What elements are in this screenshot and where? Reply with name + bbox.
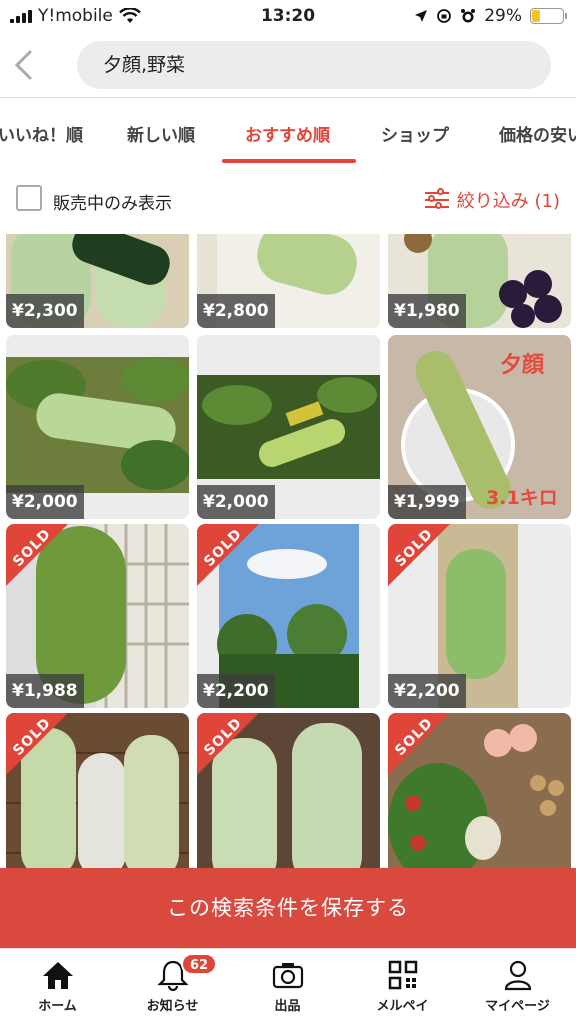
tab-shop[interactable]: ショップ xyxy=(381,121,449,146)
price-label: ¥2,800 xyxy=(197,294,275,328)
search-header: 夕顔,野菜 xyxy=(0,36,576,98)
sliders-icon xyxy=(424,188,449,211)
product-tile[interactable]: ¥2,300 xyxy=(6,234,189,328)
nav-home-label: ホーム xyxy=(38,999,77,1014)
battery-percent: 29% xyxy=(484,6,522,26)
product-tile[interactable]: ¥2,000 xyxy=(6,335,189,519)
status-right: 29% xyxy=(414,6,567,26)
filter-label: 絞り込み (1) xyxy=(456,191,560,212)
product-tile[interactable]: SOLD ¥2,200 xyxy=(197,524,380,708)
nav-mypage[interactable]: マイページ xyxy=(460,959,575,1014)
camera-icon xyxy=(272,963,303,989)
price-label: ¥2,200 xyxy=(197,674,275,708)
battery-icon xyxy=(530,8,567,24)
nav-sell[interactable]: 出品 xyxy=(230,959,345,1014)
product-tile[interactable]: SOLD xyxy=(197,713,380,868)
price-label: ¥2,000 xyxy=(6,485,84,519)
tab-likes[interactable]: いいね！順 xyxy=(0,121,83,146)
filter-button[interactable]: 絞り込み (1) xyxy=(424,187,560,213)
person-icon xyxy=(504,960,531,991)
product-tile[interactable]: SOLD xyxy=(388,713,571,868)
status-bar: Y!mobile 13:20 29% xyxy=(0,0,576,36)
chevron-left-icon xyxy=(14,50,32,80)
product-tile[interactable]: ¥2,800 xyxy=(197,234,380,328)
nav-home[interactable]: ホーム xyxy=(0,959,115,1014)
price-label: ¥1,999 xyxy=(388,485,466,519)
nav-sell-label: 出品 xyxy=(274,999,301,1014)
tab-price-low[interactable]: 価格の安い xyxy=(499,121,576,146)
price-label: ¥2,300 xyxy=(6,294,84,328)
alarm-icon xyxy=(461,9,476,23)
nav-notifications[interactable]: 62 お知らせ xyxy=(115,953,230,1014)
bottom-nav: ホーム 62 お知らせ 出品 メルペイ マイページ xyxy=(0,948,576,1024)
product-grid: ¥2,300 ¥2,800 ¥1,980 ¥2,000 ¥2,000 夕顔 3.… xyxy=(0,234,576,868)
qr-code-icon xyxy=(388,960,417,990)
on-sale-only-checkbox[interactable] xyxy=(16,185,42,211)
price-label: ¥1,980 xyxy=(388,294,466,328)
nav-merpay-label: メルペイ xyxy=(376,999,429,1014)
product-tile[interactable]: SOLD xyxy=(6,713,189,868)
home-icon xyxy=(42,962,73,989)
sort-tabs: いいね！順 新しい順 おすすめ順 ショップ 価格の安い xyxy=(0,99,576,167)
product-tile[interactable]: ¥2,000 xyxy=(197,335,380,519)
nav-mypage-label: マイページ xyxy=(485,999,550,1014)
overlay-label-name: 夕顔 xyxy=(500,353,545,378)
price-label: ¥1,988 xyxy=(6,674,84,708)
nav-notifications-label: お知らせ xyxy=(146,999,199,1014)
tab-newest[interactable]: 新しい順 xyxy=(127,121,195,146)
product-tile[interactable]: 夕顔 3.1キロ ¥1,999 xyxy=(388,335,571,519)
on-sale-only-label[interactable]: 販売中のみ表示 xyxy=(53,189,172,214)
price-label: ¥2,000 xyxy=(197,485,275,519)
rotation-lock-icon xyxy=(437,9,452,23)
back-button[interactable] xyxy=(12,48,38,84)
product-tile[interactable]: ¥1,980 xyxy=(388,234,571,328)
notification-badge: 62 xyxy=(181,953,218,975)
nav-merpay[interactable]: メルペイ xyxy=(345,959,460,1014)
price-label: ¥2,200 xyxy=(388,674,466,708)
location-arrow-icon xyxy=(415,10,428,22)
search-input[interactable]: 夕顔,野菜 xyxy=(77,41,551,89)
filter-row: 販売中のみ表示 絞り込み (1) xyxy=(0,167,576,231)
product-tile[interactable]: SOLD ¥2,200 xyxy=(388,524,571,708)
save-search-button[interactable]: この検索条件を保存する xyxy=(0,868,576,948)
overlay-label-weight: 3.1キロ xyxy=(486,487,558,509)
tab-recommended[interactable]: おすすめ順 xyxy=(245,121,330,146)
active-tab-indicator xyxy=(222,159,356,163)
product-tile[interactable]: SOLD ¥1,988 xyxy=(6,524,189,708)
